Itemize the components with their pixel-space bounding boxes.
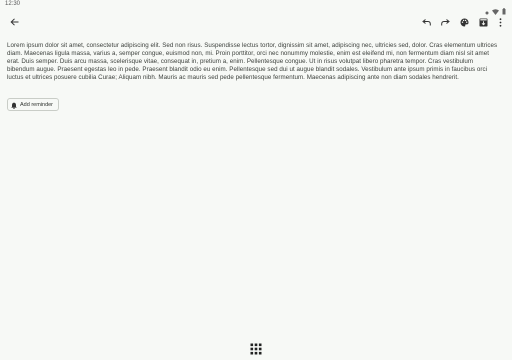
- archive-icon[interactable]: [475, 14, 491, 30]
- add-reminder-button[interactable]: Add reminder: [7, 96, 60, 114]
- undo-icon[interactable]: [418, 14, 434, 30]
- more-vert-icon[interactable]: [492, 14, 508, 30]
- add-reminder-label: Add reminder: [20, 101, 54, 108]
- bottom-bar: [0, 336, 512, 360]
- apps-grid-icon[interactable]: [250, 342, 262, 355]
- bell-icon: [11, 96, 17, 114]
- back-arrow-icon[interactable]: [6, 14, 22, 30]
- redo-icon[interactable]: [437, 14, 453, 30]
- note-body-text[interactable]: Lorem ipsum dolor sit amet, consectetur …: [7, 42, 501, 82]
- toolbar: [0, 12, 512, 32]
- status-bar: 12:30: [0, 0, 512, 15]
- palette-icon[interactable]: [456, 14, 472, 30]
- status-time: 12:30: [5, 1, 21, 7]
